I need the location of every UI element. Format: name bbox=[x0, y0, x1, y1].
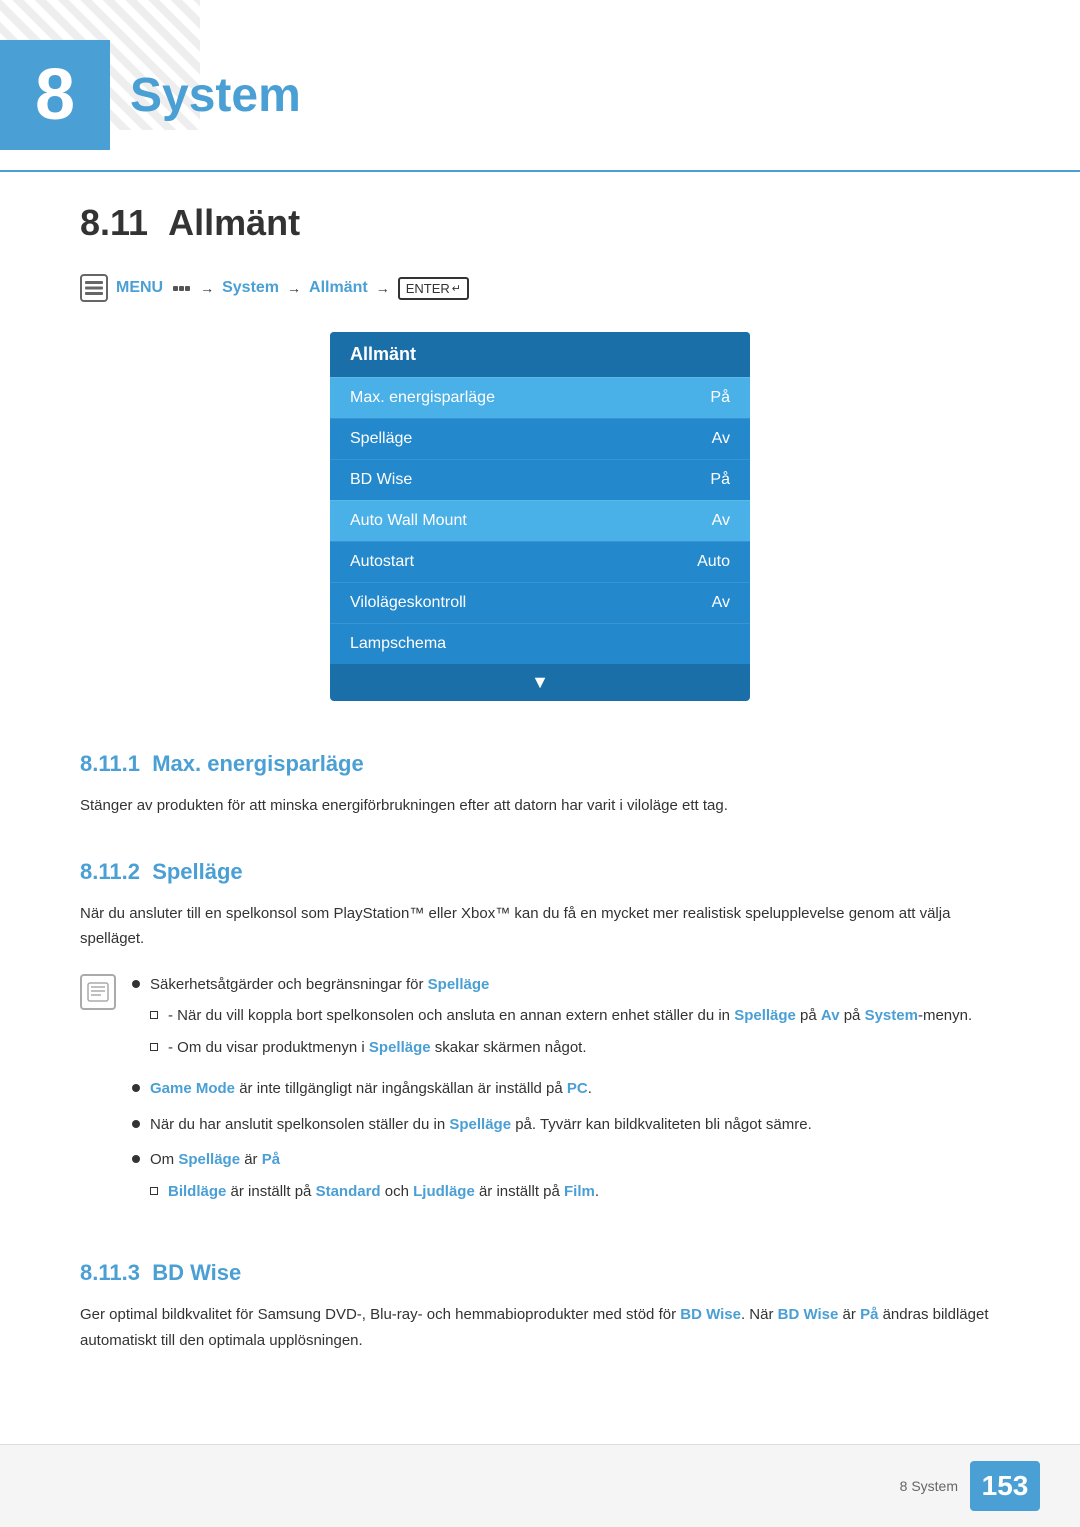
bullet-text-safety: Säkerhetsåtgärder och begränsningar för … bbox=[150, 972, 972, 1067]
bullet-item-safety: Säkerhetsåtgärder och begränsningar för … bbox=[132, 972, 1000, 1067]
menu-row-lampschema[interactable]: Lampschema bbox=[330, 623, 750, 664]
ui-menu-more-indicator: ▼ bbox=[330, 664, 750, 701]
bullet-text-connected: När du har anslutit spelkonsolen ställer… bbox=[150, 1112, 812, 1138]
subsection-8-11-2-body: När du ansluter till en spelkonsol som P… bbox=[80, 901, 1000, 952]
arrow-1: → bbox=[200, 280, 214, 296]
sub-bullet-text-2: - Om du visar produktmenyn i Spelläge sk… bbox=[168, 1035, 587, 1061]
menu-value-vilolageskontroll: Av bbox=[712, 594, 730, 612]
bullet-list-spellage: Säkerhetsåtgärder och begränsningar för … bbox=[132, 972, 1000, 1211]
sub-bullet-list-safety: - När du vill koppla bort spelkonsolen o… bbox=[150, 1003, 972, 1060]
menu-icon bbox=[80, 274, 108, 302]
subsection-8-11-1-title: 8.11.1 Max. energisparläge bbox=[80, 751, 1000, 777]
note-content: Säkerhetsåtgärder och begränsningar för … bbox=[132, 972, 1000, 1221]
bullet-dot-3 bbox=[132, 1120, 140, 1128]
menu-label-auto-wall-mount: Auto Wall Mount bbox=[350, 512, 467, 530]
bullet-item-game-mode: Game Mode är inte tillgängligt när ingån… bbox=[132, 1076, 1000, 1102]
footer-label: 8 System bbox=[900, 1478, 958, 1494]
menu-label-lampschema: Lampschema bbox=[350, 635, 446, 653]
menu-row-auto-wall-mount[interactable]: Auto Wall Mount Av bbox=[330, 500, 750, 541]
subsection-8-11-3-title: 8.11.3 BD Wise bbox=[80, 1260, 1000, 1286]
menu-row-spellage[interactable]: Spelläge Av bbox=[330, 418, 750, 459]
menu-value-auto-wall-mount: Av bbox=[712, 512, 730, 530]
bullet-item-connected: När du har anslutit spelkonsolen ställer… bbox=[132, 1112, 1000, 1138]
section-title: 8.11 Allmänt bbox=[80, 202, 1000, 244]
ui-menu-header: Allmänt bbox=[330, 332, 750, 377]
enter-icon: ENTER ↵ bbox=[398, 277, 469, 300]
bullet-dot-4 bbox=[132, 1155, 140, 1163]
bullet-dot-2 bbox=[132, 1084, 140, 1092]
sub-bullet-bildlage: Bildläge är inställt på Standard och Lju… bbox=[150, 1179, 599, 1205]
sub-bullet-2: - Om du visar produktmenyn i Spelläge sk… bbox=[150, 1035, 972, 1061]
menu-label-vilolageskontroll: Vilolägeskontroll bbox=[350, 594, 466, 612]
chapter-title: System bbox=[130, 68, 301, 123]
menu-row-autostart[interactable]: Autostart Auto bbox=[330, 541, 750, 582]
chapter-number: 8 bbox=[0, 40, 110, 150]
menu-row-bd-wise[interactable]: BD Wise På bbox=[330, 459, 750, 500]
menu-label-max-energy: Max. energisparläge bbox=[350, 389, 495, 407]
ui-menu: Allmänt Max. energisparläge På Spelläge … bbox=[330, 332, 750, 701]
bullet-item-om-spellage: Om Spelläge är På Bildläge är inställt p… bbox=[132, 1147, 1000, 1210]
sub-bullet-text-bildlage: Bildläge är inställt på Standard och Lju… bbox=[168, 1179, 599, 1205]
sub-bullet-1: - När du vill koppla bort spelkonsolen o… bbox=[150, 1003, 972, 1029]
menu-row-vilolageskontroll[interactable]: Vilolägeskontroll Av bbox=[330, 582, 750, 623]
subsection-8-11-2-title: 8.11.2 Spelläge bbox=[80, 859, 1000, 885]
menu-item-system: System bbox=[222, 279, 279, 297]
sub-bullet-square-3 bbox=[150, 1187, 158, 1195]
bullet-text-game-mode: Game Mode är inte tillgängligt när ingån… bbox=[150, 1076, 592, 1102]
menu-value-spellage: Av bbox=[712, 430, 730, 448]
note-container: Säkerhetsåtgärder och begränsningar för … bbox=[80, 972, 1000, 1221]
ui-menu-container: Allmänt Max. energisparläge På Spelläge … bbox=[80, 332, 1000, 701]
menu-label-spellage: Spelläge bbox=[350, 430, 412, 448]
footer: 8 System 153 bbox=[0, 1444, 1080, 1527]
sub-bullet-square-1 bbox=[150, 1011, 158, 1019]
footer-page-number: 153 bbox=[970, 1461, 1040, 1511]
arrow-3: → bbox=[376, 280, 390, 296]
sub-bullet-text-1: - När du vill koppla bort spelkonsolen o… bbox=[168, 1003, 972, 1029]
menu-value-bd-wise: På bbox=[710, 471, 730, 489]
menu-item-allmaent: Allmänt bbox=[309, 279, 368, 297]
menu-value-max-energy: På bbox=[710, 389, 730, 407]
menu-label-bd-wise: BD Wise bbox=[350, 471, 412, 489]
menu-row-max-energy[interactable]: Max. energisparläge På bbox=[330, 377, 750, 418]
menu-path: MENU → System → Allmänt → ENTER ↵ bbox=[80, 274, 1000, 302]
bullet-dot bbox=[132, 980, 140, 988]
sub-bullet-square-2 bbox=[150, 1043, 158, 1051]
note-icon bbox=[80, 974, 116, 1010]
subsection-8-11-1-body: Stänger av produkten för att minska ener… bbox=[80, 793, 1000, 819]
menu-value-autostart: Auto bbox=[697, 553, 730, 571]
menu-label-autostart: Autostart bbox=[350, 553, 414, 571]
menu-item-menu: MENU bbox=[116, 279, 163, 297]
subsection-8-11-3-body: Ger optimal bildkvalitet för Samsung DVD… bbox=[80, 1302, 1000, 1353]
bullet-text-om-spellage: Om Spelläge är På Bildläge är inställt p… bbox=[150, 1147, 599, 1210]
arrow-2: → bbox=[287, 280, 301, 296]
sub-bullet-list-pa: Bildläge är inställt på Standard och Lju… bbox=[150, 1179, 599, 1205]
